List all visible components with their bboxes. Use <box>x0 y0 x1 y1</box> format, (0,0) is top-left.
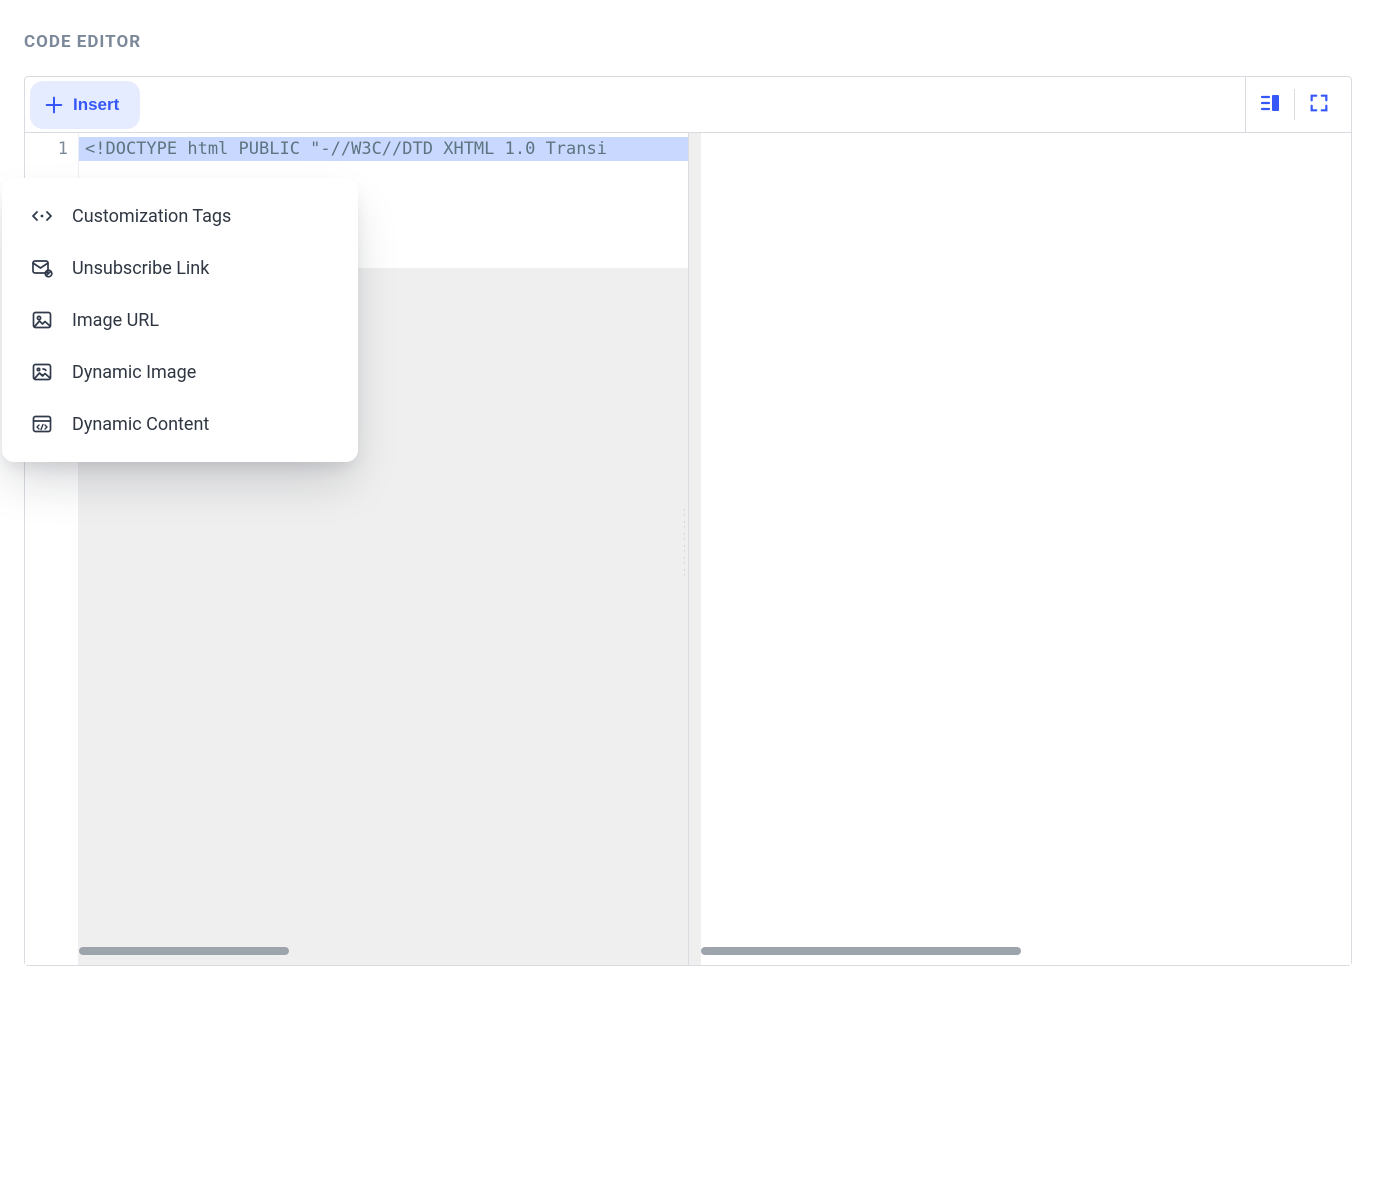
preview-pane <box>689 133 1352 965</box>
plus-icon <box>43 94 65 116</box>
menu-item-label: Customization Tags <box>72 206 231 227</box>
dynamic-content-icon <box>30 412 54 436</box>
image-icon <box>30 308 54 332</box>
split-view-icon <box>1258 91 1282 119</box>
code-line-1[interactable]: <!DOCTYPE html PUBLIC "-//W3C//DTD XHTML… <box>79 133 688 165</box>
menu-item-dynamic-content[interactable]: Dynamic Content <box>2 398 358 450</box>
fullscreen-button[interactable] <box>1295 77 1343 132</box>
pane-splitter[interactable]: • •• •• •• •• •• • <box>682 509 688 581</box>
preview-horizontal-scrollbar[interactable] <box>701 947 1021 955</box>
menu-item-label: Dynamic Content <box>72 414 209 435</box>
insert-dropdown: Customization Tags Unsubscribe Link <box>2 178 358 462</box>
toolbar: Insert <box>25 77 1351 133</box>
menu-item-label: Unsubscribe Link <box>72 258 209 279</box>
unsubscribe-icon <box>30 256 54 280</box>
menu-item-customization-tags[interactable]: Customization Tags <box>2 190 358 242</box>
fullscreen-icon <box>1308 92 1330 118</box>
page-title: CODE EDITOR <box>24 32 1352 52</box>
insert-button-label: Insert <box>73 95 119 115</box>
menu-item-label: Dynamic Image <box>72 362 196 383</box>
menu-item-image-url[interactable]: Image URL <box>2 294 358 346</box>
menu-item-label: Image URL <box>72 310 159 331</box>
menu-item-unsubscribe-link[interactable]: Unsubscribe Link <box>2 242 358 294</box>
menu-item-dynamic-image[interactable]: Dynamic Image <box>2 346 358 398</box>
preview-surface <box>701 133 1352 965</box>
code-tags-icon <box>30 204 54 228</box>
code-horizontal-scrollbar[interactable] <box>79 947 289 955</box>
dynamic-image-icon <box>30 360 54 384</box>
line-number: 1 <box>58 139 68 159</box>
split-view-button[interactable] <box>1246 77 1294 132</box>
toolbar-right <box>1245 77 1343 132</box>
insert-button[interactable]: Insert <box>33 84 137 126</box>
